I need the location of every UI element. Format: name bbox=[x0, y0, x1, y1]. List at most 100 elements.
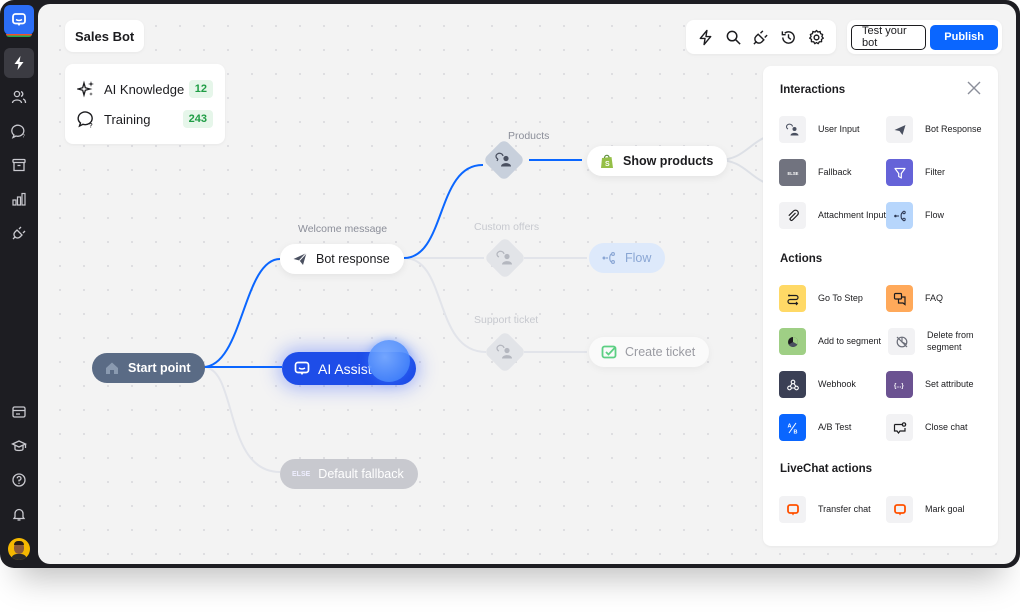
ticket-check-icon bbox=[601, 345, 617, 359]
svg-text:?: ? bbox=[22, 134, 25, 139]
lightning-icon bbox=[14, 56, 24, 70]
panel-item-close-chat[interactable]: Close chat bbox=[886, 414, 996, 441]
panel-item-user-input[interactable]: User Input bbox=[779, 116, 889, 143]
go-to-step-icon bbox=[779, 285, 806, 312]
livechat-logo[interactable] bbox=[4, 5, 34, 35]
else-icon: ELSE bbox=[779, 159, 806, 186]
bar-chart-icon bbox=[12, 192, 26, 206]
panel-item-set-attribute[interactable]: {...} Set attribute bbox=[886, 371, 996, 398]
search-button[interactable] bbox=[722, 26, 744, 48]
livechat-icon bbox=[779, 496, 806, 523]
svg-text:ELSE: ELSE bbox=[787, 171, 798, 176]
svg-text:?: ? bbox=[89, 124, 93, 129]
panel-item-attachment-input[interactable]: Attachment Input bbox=[779, 202, 889, 229]
filter-icon bbox=[886, 159, 913, 186]
default-fallback-node[interactable]: ELSE Default fallback bbox=[280, 459, 418, 489]
automations-button[interactable] bbox=[695, 26, 717, 48]
panel-item-mark-goal[interactable]: Mark goal bbox=[886, 496, 996, 523]
flow-node[interactable]: Flow bbox=[589, 243, 666, 273]
show-products-node[interactable]: S Show products bbox=[587, 146, 728, 176]
connector-botresp-support bbox=[403, 257, 487, 353]
bell-icon bbox=[12, 508, 26, 521]
default-fallback-label: Default fallback bbox=[318, 467, 404, 481]
welcome-message-label: Welcome message bbox=[298, 223, 388, 235]
user-avatar[interactable] bbox=[8, 538, 30, 560]
chat-bubble-icon bbox=[294, 361, 310, 375]
braces-icon: {...} bbox=[886, 371, 913, 398]
panel-item-go-to-step[interactable]: Go To Step bbox=[779, 285, 889, 312]
knowledge-card: AI Knowledge 12 ? Training 243 bbox=[65, 64, 225, 144]
sidebar: ? bbox=[0, 0, 38, 568]
sidebar-item-integrations[interactable] bbox=[4, 218, 34, 248]
logo-stripe bbox=[6, 34, 32, 37]
panel-item-filter[interactable]: Filter bbox=[886, 159, 996, 186]
panel-item-transfer-chat[interactable]: Transfer chat bbox=[779, 496, 889, 523]
sidebar-item-customers[interactable] bbox=[4, 82, 34, 112]
section-title-actions: Actions bbox=[780, 253, 823, 265]
sidebar-item-reports[interactable] bbox=[4, 184, 34, 214]
sidebar-item-billing[interactable] bbox=[4, 397, 34, 427]
close-icon[interactable] bbox=[966, 80, 982, 96]
panel-item-bot-response[interactable]: Bot Response bbox=[886, 116, 996, 143]
webhook-icon bbox=[779, 371, 806, 398]
publish-button[interactable]: Publish bbox=[930, 24, 998, 50]
panel-item-ab-test[interactable]: AB A/B Test bbox=[779, 414, 889, 441]
connector-start-botresp bbox=[202, 258, 281, 368]
ai-knowledge-row[interactable]: AI Knowledge 12 bbox=[77, 74, 213, 104]
help-icon bbox=[12, 473, 26, 487]
chat-question-icon: ? bbox=[11, 124, 25, 139]
ai-assist-label: AI Assist bbox=[318, 360, 372, 377]
archive-icon bbox=[12, 158, 26, 172]
create-ticket-node[interactable]: Create ticket bbox=[589, 337, 710, 367]
drag-cursor-indicator bbox=[368, 340, 410, 382]
send-icon bbox=[293, 252, 307, 265]
bot-response-label: Bot response bbox=[316, 252, 390, 266]
connector-start-fallback bbox=[202, 366, 281, 473]
section-title-livechat-actions: LiveChat actions bbox=[780, 463, 873, 475]
panel-item-flow[interactable]: Flow bbox=[886, 202, 996, 229]
branch-label-support-ticket: Support ticket bbox=[474, 314, 539, 326]
sidebar-item-automations[interactable] bbox=[4, 48, 34, 78]
start-point-node[interactable]: Start point bbox=[92, 353, 205, 383]
flow-node-label: Flow bbox=[625, 251, 652, 265]
history-button[interactable] bbox=[778, 26, 800, 48]
else-tag: ELSE bbox=[292, 470, 311, 478]
close-chat-icon bbox=[886, 414, 913, 441]
paperclip-icon bbox=[779, 202, 806, 229]
panel-item-faq[interactable]: FAQ bbox=[886, 285, 996, 312]
flow-icon bbox=[886, 202, 913, 229]
show-products-label: Show products bbox=[623, 154, 714, 168]
svg-text:A: A bbox=[787, 423, 791, 429]
sidebar-item-archives[interactable] bbox=[4, 150, 34, 180]
send-icon bbox=[886, 116, 913, 143]
integrations-button[interactable] bbox=[750, 26, 772, 48]
sparkles-icon bbox=[77, 80, 94, 98]
sidebar-item-notifications[interactable] bbox=[4, 499, 34, 529]
panel-item-delete-from-segment[interactable]: Delete from segment bbox=[888, 328, 998, 355]
gear-icon bbox=[808, 29, 824, 44]
training-label: Training bbox=[104, 111, 151, 127]
search-icon bbox=[726, 30, 741, 45]
home-icon bbox=[106, 362, 118, 374]
flow-canvas[interactable]: Sales Bot AI Knowledge 12 ? Training 243… bbox=[38, 4, 1016, 564]
plug-icon bbox=[753, 29, 769, 45]
training-row[interactable]: ? Training 243 bbox=[77, 104, 213, 134]
sidebar-item-help[interactable] bbox=[4, 465, 34, 495]
bot-name[interactable]: Sales Bot bbox=[65, 20, 145, 52]
panel-item-fallback[interactable]: ELSE Fallback bbox=[779, 159, 889, 186]
bot-response-node[interactable]: Bot response bbox=[280, 244, 404, 274]
test-bot-button[interactable]: Test your bot bbox=[851, 24, 927, 50]
branch-label-products: Products bbox=[508, 130, 550, 142]
connector-botresp-products bbox=[403, 163, 484, 259]
chat-bubble-icon bbox=[12, 13, 26, 26]
panel-item-add-to-segment[interactable]: Add to segment bbox=[779, 328, 889, 355]
start-point-label: Start point bbox=[128, 361, 191, 375]
sidebar-item-chats[interactable]: ? bbox=[4, 116, 34, 146]
panel-item-webhook[interactable]: Webhook bbox=[779, 371, 889, 398]
livechat-icon bbox=[886, 496, 913, 523]
sidebar-item-academy[interactable] bbox=[4, 431, 34, 461]
svg-text:{...}: {...} bbox=[894, 383, 904, 389]
lightning-icon bbox=[699, 29, 712, 45]
settings-button[interactable] bbox=[805, 26, 827, 48]
ai-knowledge-label: AI Knowledge bbox=[104, 81, 185, 97]
